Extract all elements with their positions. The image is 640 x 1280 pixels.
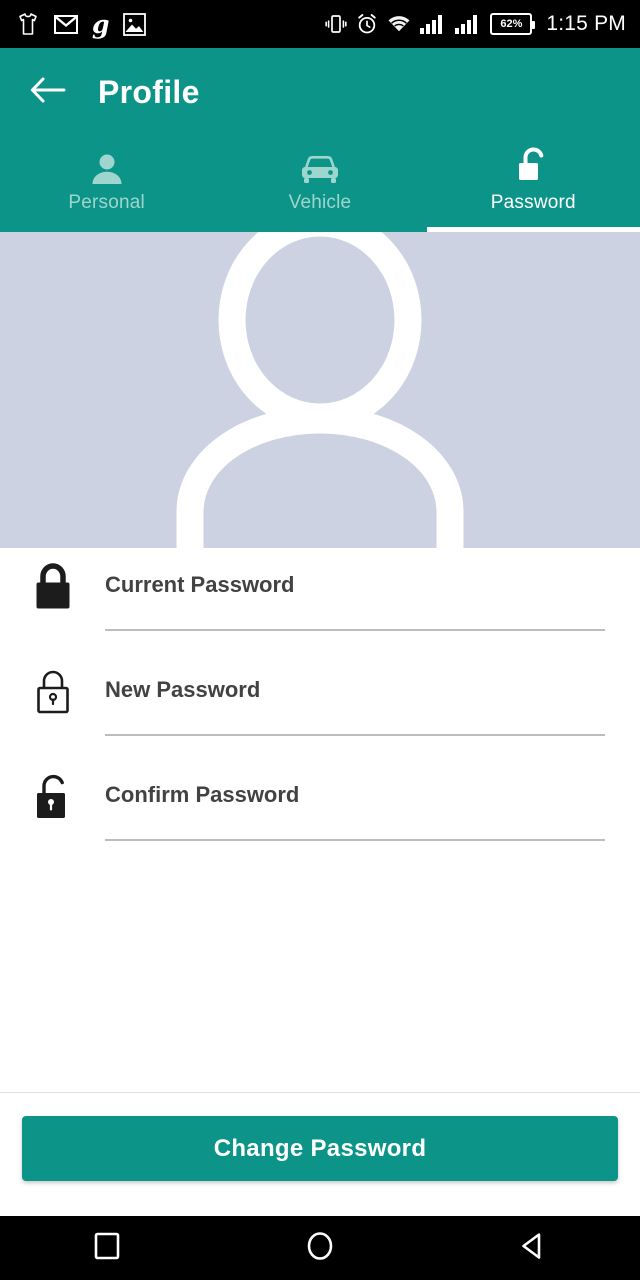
lock-closed-outline-icon [0, 653, 105, 725]
triangle-back-icon [518, 1231, 548, 1266]
photos-icon [123, 12, 147, 36]
field-current-password-body [105, 548, 640, 653]
android-nav-bar [0, 1216, 640, 1280]
signal-sim1-icon [420, 14, 446, 34]
field-new-password-body [105, 653, 640, 758]
tshirt-icon [16, 12, 40, 36]
tab-personal-label: Personal [68, 192, 145, 213]
page-title: Profile [98, 73, 200, 110]
vibrate-icon [325, 13, 347, 35]
clock-label: 1:15 PM [546, 12, 626, 35]
gmail-icon [54, 14, 78, 34]
current-password-input[interactable] [105, 548, 605, 600]
bottom-action-bar: Change Password [0, 1092, 640, 1216]
tab-vehicle[interactable]: Vehicle [213, 136, 426, 232]
field-confirm-password-body [105, 758, 640, 863]
field-new-password [0, 653, 640, 758]
tab-password[interactable]: Password [426, 136, 640, 232]
status-bar-notifications: g [16, 9, 147, 39]
recents-button[interactable] [59, 1216, 155, 1280]
wifi-icon [387, 14, 411, 34]
field-underline [105, 734, 605, 736]
back-button[interactable] [16, 60, 80, 124]
tab-password-label: Password [490, 192, 576, 213]
circle-icon [305, 1231, 335, 1266]
status-bar-system-icons: 62% 1:15 PM [325, 12, 626, 36]
arrow-left-icon [30, 75, 66, 110]
status-bar: g 62% 1:15 PM [0, 0, 640, 48]
person-icon [88, 148, 126, 188]
tab-personal[interactable]: Personal [0, 136, 213, 232]
alarm-icon [356, 13, 378, 35]
battery-icon: 62% [490, 13, 536, 35]
tab-vehicle-label: Vehicle [288, 192, 352, 213]
unlock-icon [513, 147, 553, 188]
change-password-button[interactable]: Change Password [22, 1116, 618, 1181]
g-app-icon: g [92, 9, 110, 39]
lock-closed-filled-icon [0, 548, 105, 620]
field-current-password [0, 548, 640, 653]
tab-bar: Personal Vehicle Password [0, 136, 640, 232]
home-button[interactable] [272, 1216, 368, 1280]
back-nav-button[interactable] [485, 1216, 581, 1280]
signal-sim2-icon [455, 14, 481, 34]
confirm-password-input[interactable] [105, 758, 605, 810]
app-bar: Profile [0, 48, 640, 136]
lock-open-filled-icon [0, 758, 105, 830]
field-confirm-password [0, 758, 640, 863]
password-form [0, 548, 640, 1092]
phone-screen: g 62% 1:15 PM Profile Personal Vehicle P… [0, 0, 640, 1280]
car-icon [298, 148, 342, 188]
new-password-input[interactable] [105, 653, 605, 705]
profile-avatar[interactable] [0, 232, 640, 548]
field-underline [105, 839, 605, 841]
person-placeholder-icon [150, 232, 490, 548]
field-underline [105, 629, 605, 631]
square-icon [93, 1232, 121, 1265]
battery-percent-label: 62% [500, 17, 523, 30]
